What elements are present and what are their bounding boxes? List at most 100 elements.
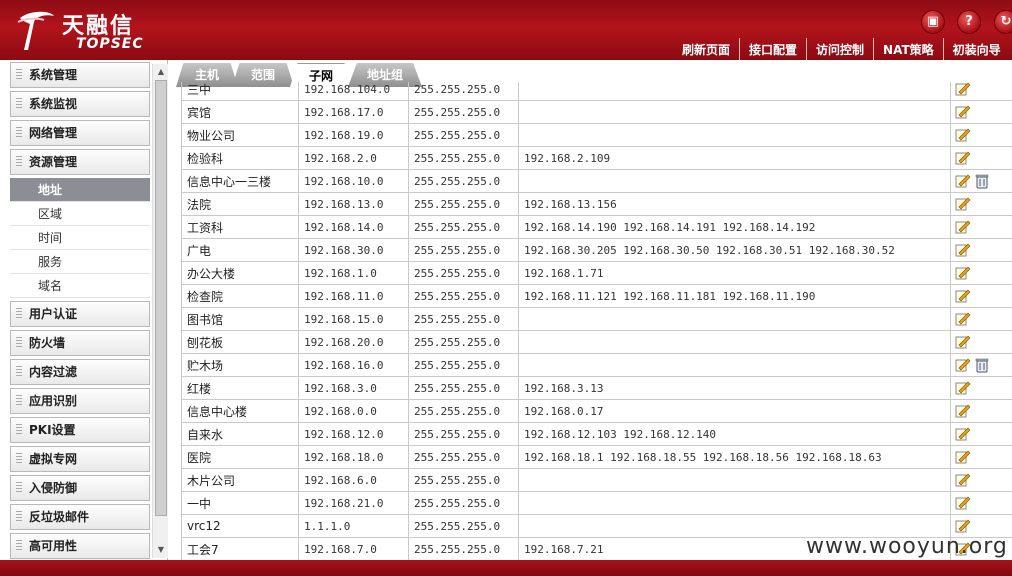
nav-setup-wizard[interactable]: 初装向导 [942, 38, 1010, 60]
subnet-hosts: 192.168.18.1 192.168.18.55 192.168.18.56… [518, 445, 951, 469]
sidebar-item-service[interactable]: 服务 [10, 250, 150, 274]
edit-icon[interactable] [955, 289, 971, 303]
table-row: 信息中心一三楼 192.168.10.0 255.255.255.0 [181, 169, 1012, 193]
subnet-name: 工资科 [181, 215, 299, 239]
sidebar-item-zone[interactable]: 区域 [10, 202, 150, 226]
brand-name-en: TOPSEC [76, 36, 144, 52]
subnet-mask: 255.255.255.0 [408, 238, 519, 262]
table-row: 图书馆 192.168.15.0 255.255.255.0 [181, 307, 1012, 331]
subnet-name: 木片公司 [181, 468, 299, 492]
row-actions [950, 468, 1012, 492]
sidebar-section-vpn[interactable]: 虚拟专网 [10, 446, 150, 472]
sidebar-section-user-auth[interactable]: 用户认证 [10, 301, 150, 327]
sidebar-section-content-filter[interactable]: 内容过滤 [10, 359, 150, 385]
sidebar-section-antispam[interactable]: 反垃圾邮件 [10, 504, 150, 530]
edit-icon[interactable] [955, 266, 971, 280]
scroll-thumb[interactable] [155, 80, 167, 516]
subnet-mask: 255.255.255.0 [408, 192, 519, 216]
delete-icon[interactable] [975, 357, 989, 373]
subnet-mask: 255.255.255.0 [408, 514, 519, 538]
refresh-icon[interactable]: ↻ [994, 10, 1012, 34]
subnet-mask: 255.255.255.0 [408, 330, 519, 354]
subnet-ip: 192.168.30.0 [298, 238, 409, 262]
edit-icon[interactable] [955, 335, 971, 349]
table-row: 一中 192.168.21.0 255.255.255.0 [181, 491, 1012, 515]
edit-icon[interactable] [955, 151, 971, 165]
subnet-table: 三中 192.168.104.0 255.255.255.0 宾馆 192.168.17… [181, 82, 1012, 560]
footer-bar [0, 560, 1012, 576]
subnet-mask: 255.255.255.0 [408, 169, 519, 193]
help-icon[interactable]: ? [957, 10, 981, 34]
subnet-hosts: 192.168.12.103 192.168.12.140 [518, 422, 951, 446]
edit-icon[interactable] [955, 197, 971, 211]
delete-icon[interactable] [975, 173, 989, 189]
sidebar-section-ha[interactable]: 高可用性 [10, 533, 150, 559]
subnet-mask: 255.255.255.0 [408, 399, 519, 423]
edit-icon[interactable] [955, 312, 971, 326]
sidebar-section-network[interactable]: 网络管理 [10, 120, 150, 146]
table-row: 刨花板 192.168.20.0 255.255.255.0 [181, 330, 1012, 354]
subnet-mask: 255.255.255.0 [408, 445, 519, 469]
edit-icon[interactable] [955, 243, 971, 257]
sidebar-item-time[interactable]: 时间 [10, 226, 150, 250]
sidebar-section-resource[interactable]: 资源管理 [10, 149, 150, 175]
subnet-ip: 192.168.10.0 [298, 169, 409, 193]
sidebar-section-app-identify[interactable]: 应用识别 [10, 388, 150, 414]
edit-icon[interactable] [955, 450, 971, 464]
edit-icon[interactable] [955, 82, 971, 96]
table-row: 检验科 192.168.2.0 255.255.255.0 192.168.2.109 [181, 146, 1012, 170]
subnet-table-container: 三中 192.168.104.0 255.255.255.0 宾馆 192.168.17… [181, 82, 1012, 560]
nav-access-control[interactable]: 访问控制 [806, 38, 873, 60]
sidebar-section-system-admin[interactable]: 系统管理 [10, 62, 150, 88]
sidebar-scrollbar[interactable]: ▲ ▼ [152, 64, 168, 558]
sidebar-section-pki[interactable]: PKI设置 [10, 417, 150, 443]
subnet-ip: 192.168.12.0 [298, 422, 409, 446]
subnet-hosts: 192.168.30.205 192.168.30.50 192.168.30.… [518, 238, 951, 262]
edit-icon[interactable] [955, 381, 971, 395]
subnet-mask: 255.255.255.0 [408, 376, 519, 400]
nav-nat-policy[interactable]: NAT策略 [873, 38, 943, 60]
subnet-ip: 192.168.13.0 [298, 192, 409, 216]
edit-icon[interactable] [955, 105, 971, 119]
subnet-hosts: 192.168.3.13 [518, 376, 951, 400]
edit-icon[interactable] [955, 427, 971, 441]
subnet-ip: 1.1.1.0 [298, 514, 409, 538]
table-row: 法院 192.168.13.0 255.255.255.0 192.168.13.15… [181, 192, 1012, 216]
scroll-down-icon[interactable]: ▼ [155, 544, 167, 556]
subnet-ip: 192.168.20.0 [298, 330, 409, 354]
nav-interface-config[interactable]: 接口配置 [739, 38, 806, 60]
edit-icon[interactable] [955, 220, 971, 234]
row-actions [950, 491, 1012, 515]
save-icon[interactable]: ▣ [921, 10, 945, 34]
sidebar-section-system-monitor[interactable]: 系统监视 [10, 91, 150, 117]
subnet-ip: 192.168.18.0 [298, 445, 409, 469]
subnet-name: 自来水 [181, 422, 299, 446]
edit-icon[interactable] [955, 496, 971, 510]
subnet-hosts [518, 169, 951, 193]
sidebar-section-ips[interactable]: 入侵防御 [10, 475, 150, 501]
subnet-hosts [518, 82, 951, 101]
edit-icon[interactable] [955, 473, 971, 487]
edit-icon[interactable] [955, 358, 971, 372]
table-row: 信息中心楼 192.168.0.0 255.255.255.0 192.168.0.1… [181, 399, 1012, 423]
edit-icon[interactable] [955, 404, 971, 418]
row-actions [950, 215, 1012, 239]
sidebar-item-address[interactable]: 地址 [10, 178, 150, 202]
row-actions [950, 146, 1012, 170]
subnet-name: 检查院 [181, 284, 299, 308]
sidebar-section-firewall[interactable]: 防火墙 [10, 330, 150, 356]
edit-icon[interactable] [955, 128, 971, 142]
app-header: 天融信 TOPSEC ▣ ? ↻ 刷新页面 接口配置 访问控制 NAT策略 初装… [0, 0, 1012, 60]
row-actions [950, 192, 1012, 216]
subnet-ip: 192.168.17.0 [298, 100, 409, 124]
subnet-name: 一中 [181, 491, 299, 515]
subnet-mask: 255.255.255.0 [408, 537, 519, 560]
edit-icon[interactable] [955, 174, 971, 188]
table-row: 木片公司 192.168.6.0 255.255.255.0 [181, 468, 1012, 492]
edit-icon[interactable] [955, 519, 971, 533]
sidebar-item-domain[interactable]: 域名 [10, 274, 150, 298]
nav-refresh[interactable]: 刷新页面 [673, 38, 739, 60]
subnet-mask: 255.255.255.0 [408, 261, 519, 285]
scroll-up-icon[interactable]: ▲ [155, 66, 167, 78]
subnet-name: 法院 [181, 192, 299, 216]
